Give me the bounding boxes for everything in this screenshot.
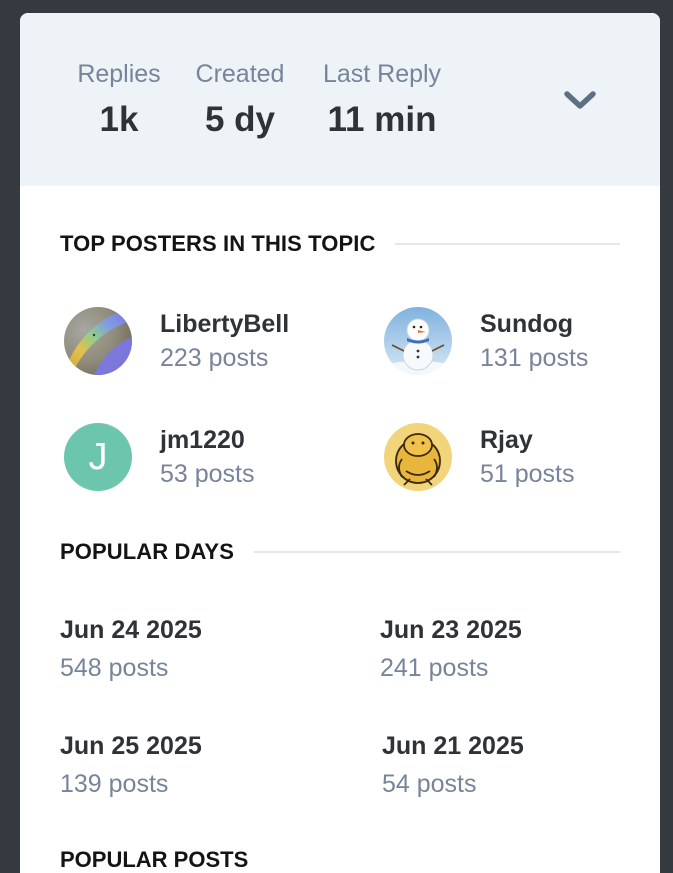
poster-post-count: 51 posts xyxy=(480,460,575,488)
poster-sundog[interactable]: Sundog 131 posts xyxy=(384,307,660,377)
poster-post-count: 223 posts xyxy=(160,344,269,372)
popular-day[interactable]: Jun 25 2025 139 posts xyxy=(60,730,320,802)
popular-day[interactable]: Jun 24 2025 548 posts xyxy=(60,614,320,686)
stat-replies-label: Replies xyxy=(77,60,161,88)
popular-day[interactable]: Jun 23 2025 241 posts xyxy=(380,614,640,686)
day-post-count: 241 posts xyxy=(380,654,489,682)
topic-map-card: Replies 1k Created 5 dy Last Reply 11 mi… xyxy=(20,13,660,873)
section-divider xyxy=(395,243,620,245)
day-post-count: 139 posts xyxy=(60,770,169,798)
chevron-down-icon xyxy=(564,91,596,109)
poster-name[interactable]: Sundog xyxy=(480,309,573,339)
popular-posts-title: POPULAR POSTS xyxy=(60,847,249,872)
poster-rjay[interactable]: Rjay 51 posts xyxy=(384,423,660,493)
stat-replies-value: 1k xyxy=(99,100,139,139)
day-date[interactable]: Jun 24 2025 xyxy=(60,614,202,646)
day-date[interactable]: Jun 21 2025 xyxy=(382,730,524,762)
top-posters-title: TOP POSTERS IN THIS TOPIC xyxy=(60,231,376,256)
poster-post-count: 131 posts xyxy=(480,344,589,372)
day-date[interactable]: Jun 23 2025 xyxy=(380,614,522,646)
snowman-avatar-image xyxy=(384,307,452,375)
poster-name[interactable]: Rjay xyxy=(480,425,533,455)
popular-days-header: POPULAR DAYS xyxy=(60,537,620,567)
stat-created-value: 5 dy xyxy=(204,100,276,139)
stat-created-label: Created xyxy=(195,60,285,88)
popular-days-title: POPULAR DAYS xyxy=(60,539,234,564)
cartoon-avatar-image xyxy=(384,423,452,491)
avatar[interactable] xyxy=(384,307,452,375)
stat-created: Created 5 dy xyxy=(190,57,290,146)
stat-last-reply-value: 11 min xyxy=(327,100,437,139)
day-post-count: 54 posts xyxy=(382,770,477,798)
avatar[interactable] xyxy=(384,423,452,491)
topic-summary[interactable]: Replies 1k Created 5 dy Last Reply 11 mi… xyxy=(20,13,660,186)
poster-post-count: 53 posts xyxy=(160,460,255,488)
rainbow-avatar-image xyxy=(64,307,132,375)
day-post-count: 548 posts xyxy=(60,654,169,682)
section-divider xyxy=(253,551,620,553)
poster-libertybell[interactable]: LibertyBell 223 posts xyxy=(64,307,344,377)
stat-replies: Replies 1k xyxy=(70,57,168,146)
top-posters-header: TOP POSTERS IN THIS TOPIC xyxy=(60,229,620,259)
poster-name[interactable]: LibertyBell xyxy=(160,309,289,339)
poster-jm1220[interactable]: J jm1220 53 posts xyxy=(64,423,344,493)
popular-day[interactable]: Jun 21 2025 54 posts xyxy=(382,730,642,802)
avatar[interactable]: J xyxy=(64,423,132,491)
expand-button[interactable] xyxy=(560,85,600,117)
day-date[interactable]: Jun 25 2025 xyxy=(60,730,202,762)
stat-last-reply: Last Reply 11 min xyxy=(314,57,450,146)
avatar-letter: J xyxy=(88,435,108,478)
avatar[interactable] xyxy=(64,307,132,375)
poster-name[interactable]: jm1220 xyxy=(160,425,245,455)
stat-last-reply-label: Last Reply xyxy=(322,60,442,88)
